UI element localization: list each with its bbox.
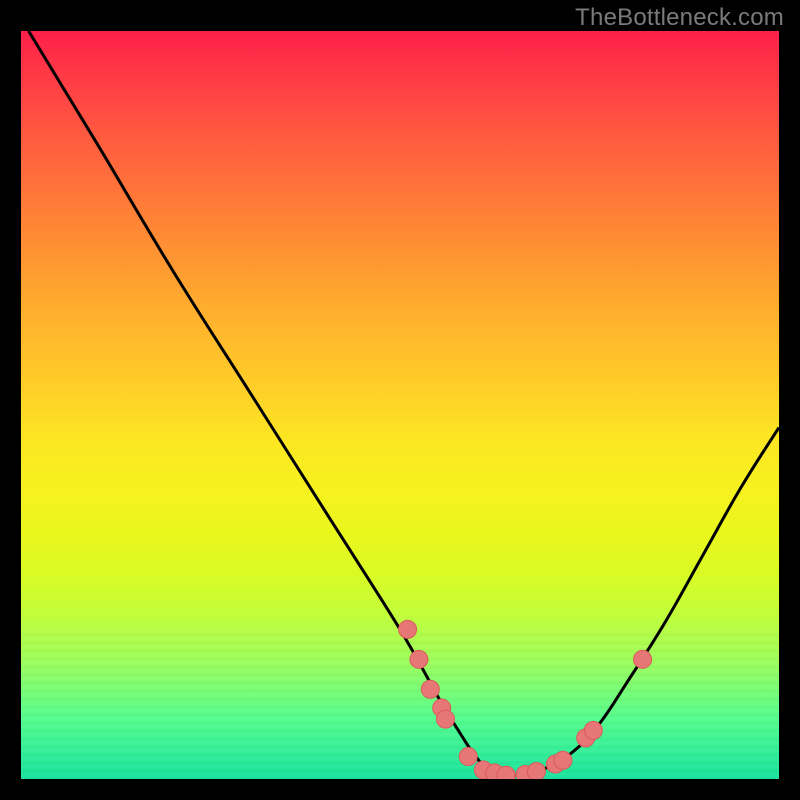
data-marker (410, 650, 428, 668)
data-marker (459, 748, 477, 766)
bottleneck-curve (29, 31, 779, 775)
chart-svg (21, 31, 779, 779)
markers-group (399, 620, 652, 779)
data-marker (497, 766, 515, 779)
data-marker (399, 620, 417, 638)
data-marker (421, 680, 439, 698)
chart-frame: TheBottleneck.com (0, 0, 800, 800)
plot-area (21, 31, 779, 779)
data-marker (527, 763, 545, 779)
data-marker (554, 751, 572, 769)
data-marker (634, 650, 652, 668)
data-marker (584, 721, 602, 739)
data-marker (436, 710, 454, 728)
watermark-text: TheBottleneck.com (575, 4, 784, 32)
